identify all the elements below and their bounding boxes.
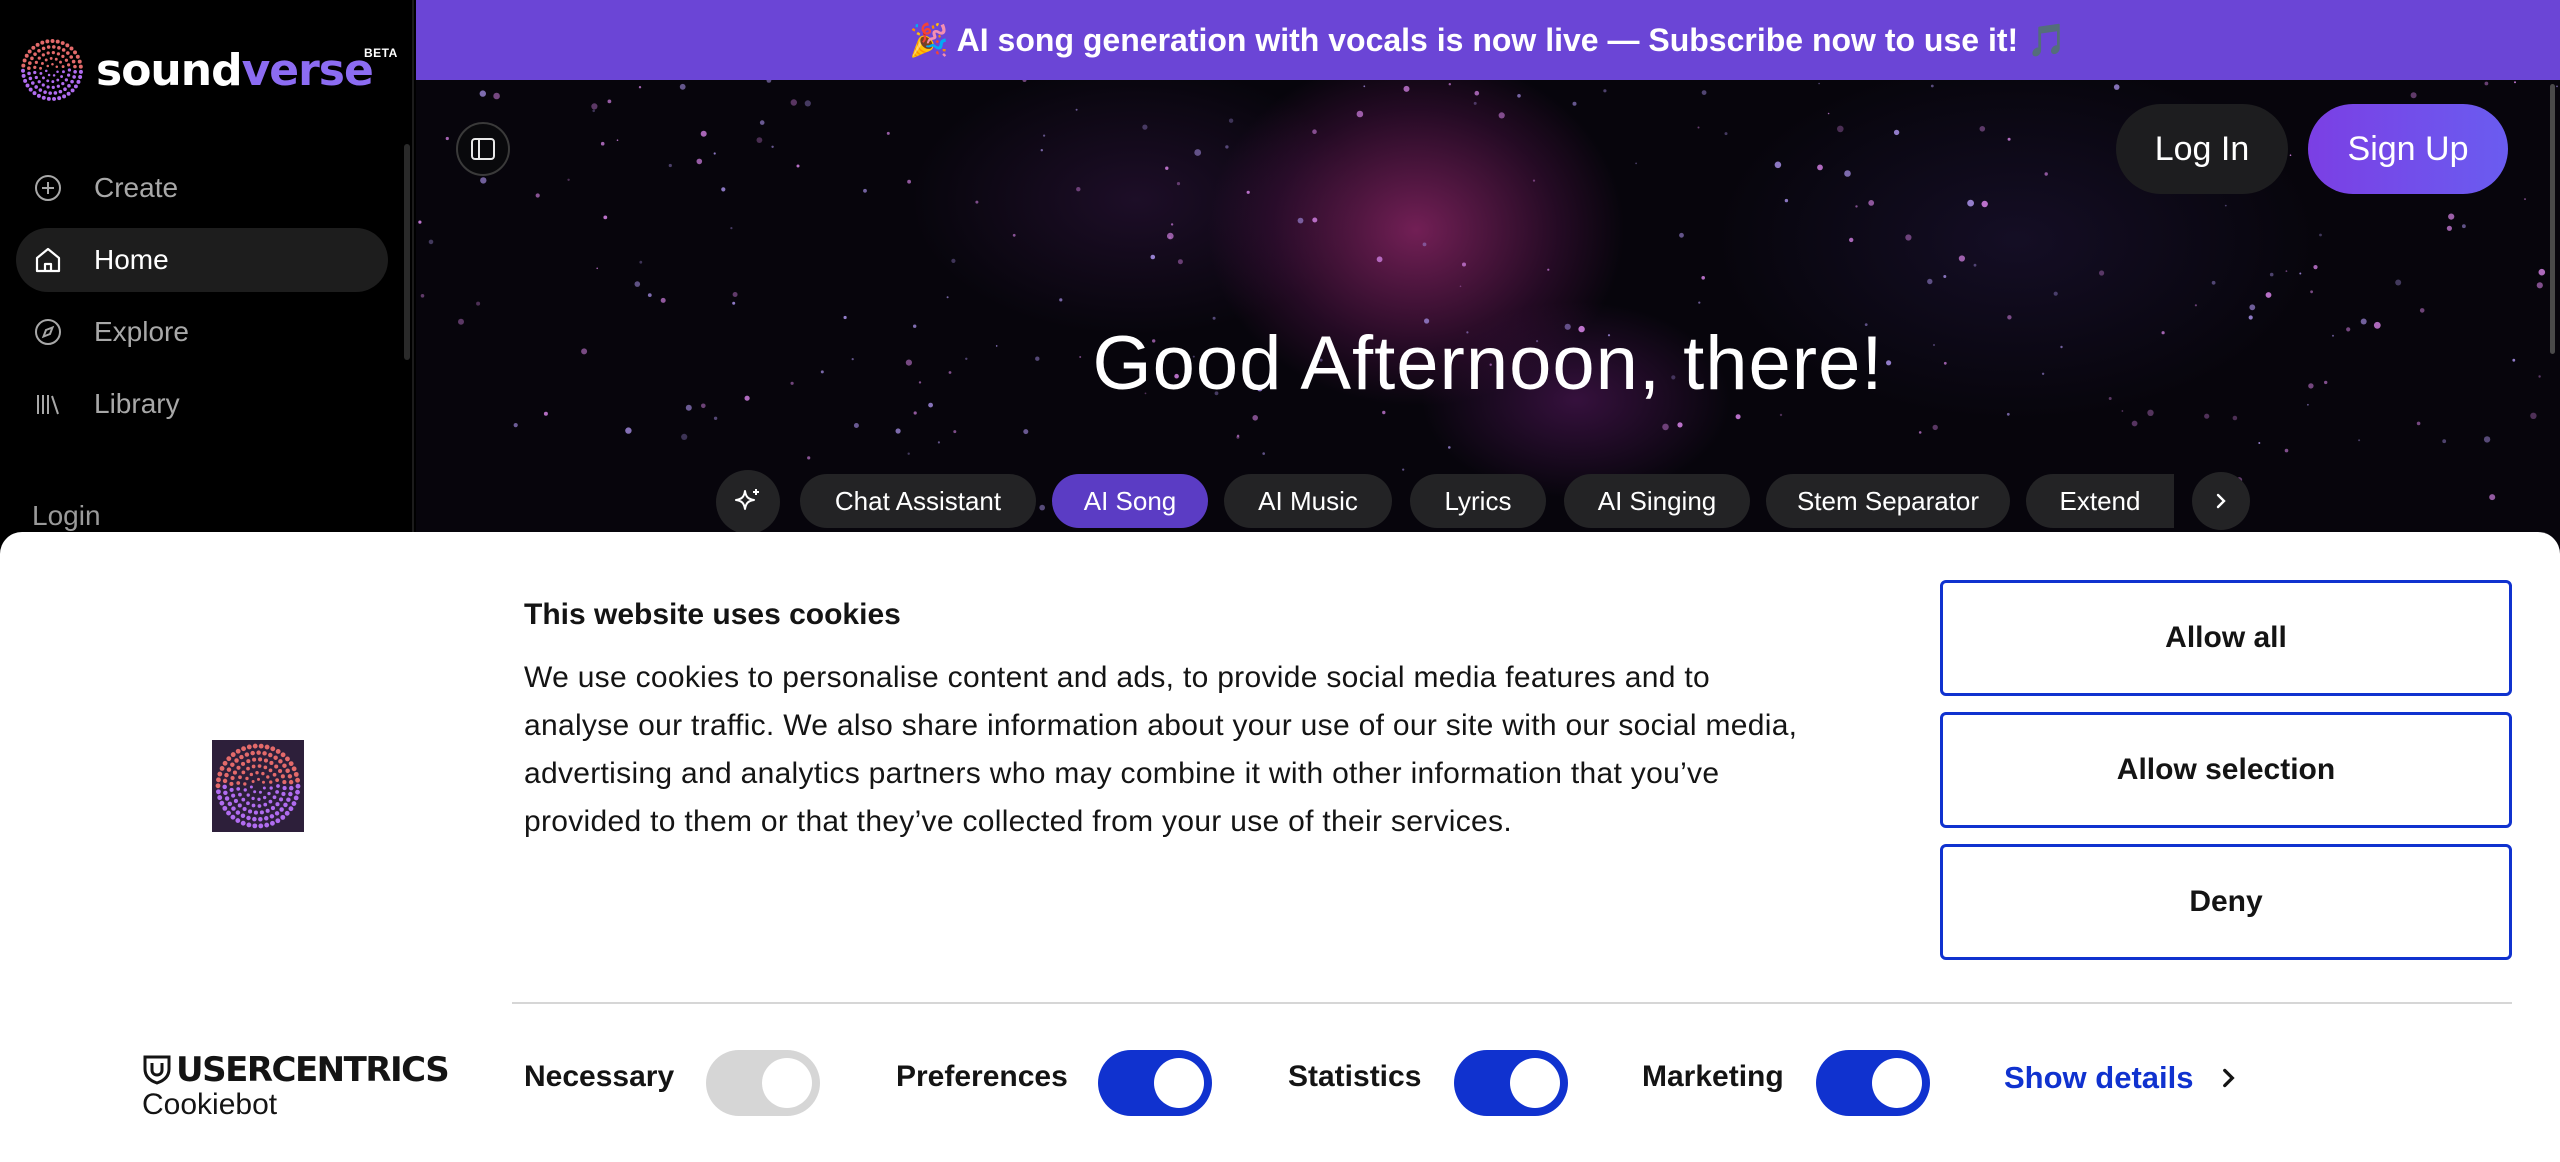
soundverse-logo-icon <box>215 743 301 829</box>
brand-logo[interactable]: soundverse BETA <box>20 38 397 102</box>
necessary-toggle <box>706 1050 820 1116</box>
shield-icon <box>143 1055 171 1085</box>
app-root: soundverse BETA Create Home Explore Libr… <box>0 0 2560 1162</box>
feature-tabs: Chat Assistant AI Song AI Music Lyrics A… <box>716 470 2250 534</box>
tab-lyrics[interactable]: Lyrics <box>1410 474 1546 528</box>
greeting-heading: Good Afternoon, there! <box>1092 321 1884 406</box>
compass-icon <box>32 316 64 348</box>
marketing-toggle[interactable] <box>1816 1050 1930 1116</box>
sidebar-nav: Create Home Explore Library <box>16 156 388 444</box>
library-icon <box>32 388 64 420</box>
toggle-knob <box>1872 1058 1922 1108</box>
brand-name: soundverse <box>96 44 374 96</box>
usercentrics-logo[interactable]: USERCENTRICS Cookiebot <box>142 1050 450 1122</box>
signup-button[interactable]: Sign Up <box>2308 104 2508 194</box>
tab-ai-music[interactable]: AI Music <box>1224 474 1392 528</box>
show-details-label: Show details <box>2004 1060 2194 1095</box>
login-button[interactable]: Log In <box>2116 104 2288 194</box>
sidebar-item-library[interactable]: Library <box>16 372 388 436</box>
sidebar-item-label: Explore <box>94 316 189 347</box>
cookiebot-wordmark: Cookiebot <box>142 1088 278 1121</box>
show-details-link[interactable]: Show details <box>2004 1060 2241 1096</box>
home-icon <box>32 244 64 276</box>
sidebar-item-explore[interactable]: Explore <box>16 300 388 364</box>
site-logo-image <box>212 740 304 832</box>
sidebar-item-create[interactable]: Create <box>16 156 388 220</box>
deny-button[interactable]: Deny <box>1940 844 2512 960</box>
sidebar-panel-icon <box>471 138 495 160</box>
sidebar-item-home[interactable]: Home <box>16 228 388 292</box>
cookie-divider <box>512 1002 2512 1004</box>
sidebar-scrollbar[interactable] <box>404 144 410 360</box>
chevron-right-icon <box>2223 1068 2236 1088</box>
tab-ai-song[interactable]: AI Song <box>1052 474 1208 528</box>
plus-circle-icon <box>32 172 64 204</box>
toggle-knob <box>1510 1058 1560 1108</box>
cookie-title: This website uses cookies <box>524 598 901 631</box>
cookie-description: We use cookies to personalise content an… <box>524 661 1798 838</box>
usercentrics-wordmark: USERCENTRICS <box>176 1050 450 1090</box>
sparkle-button[interactable] <box>716 470 780 534</box>
beta-badge: BETA <box>364 46 398 60</box>
sidebar-item-label: Home <box>94 244 169 275</box>
sparkle-icon <box>735 489 759 510</box>
necessary-label: Necessary <box>524 1060 675 1093</box>
sidebar-toggle-button[interactable] <box>456 122 510 176</box>
sidebar-item-label: Library <box>94 388 180 419</box>
soundverse-logo-icon <box>21 39 83 101</box>
statistics-label: Statistics <box>1288 1060 1422 1093</box>
tab-chat-assistant[interactable]: Chat Assistant <box>800 474 1036 528</box>
preferences-label: Preferences <box>896 1060 1068 1093</box>
page-scrollbar[interactable] <box>2550 84 2555 354</box>
chevron-right-icon <box>2216 493 2226 509</box>
allow-selection-button[interactable]: Allow selection <box>1940 712 2512 828</box>
preferences-toggle[interactable] <box>1098 1050 1212 1116</box>
toggle-knob <box>762 1058 812 1108</box>
statistics-toggle[interactable] <box>1454 1050 1568 1116</box>
cookie-consent-dialog: This website uses cookies We use cookies… <box>0 532 2560 1162</box>
tab-ai-singing[interactable]: AI Singing <box>1564 474 1750 528</box>
marketing-label: Marketing <box>1642 1060 1784 1093</box>
toggle-knob <box>1154 1058 1204 1108</box>
tab-extend[interactable]: Extend <box>2026 474 2174 528</box>
sidebar-login-label[interactable]: Login <box>32 500 101 532</box>
sidebar-item-label: Create <box>94 172 179 203</box>
allow-all-button[interactable]: Allow all <box>1940 580 2512 696</box>
tabs-scroll-right-button[interactable] <box>2192 472 2250 530</box>
announcement-banner[interactable]: 🎉 AI song generation with vocals is now … <box>416 0 2560 80</box>
tab-stem-separator[interactable]: Stem Separator <box>1766 474 2010 528</box>
